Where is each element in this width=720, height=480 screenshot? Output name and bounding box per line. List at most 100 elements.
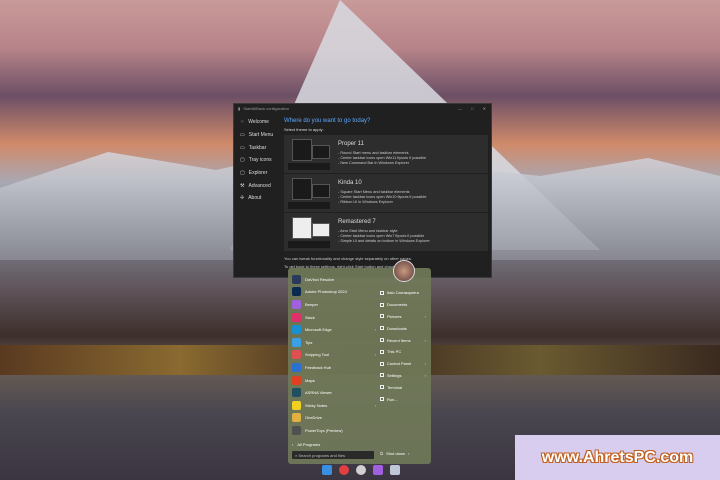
app-icon: [292, 388, 301, 398]
app-icon: [292, 287, 301, 297]
place-label: This PC: [387, 349, 402, 355]
app-label: PowerToys (Preview): [305, 427, 343, 433]
taskbar: [322, 465, 400, 475]
start-menu-icon: ▭: [240, 132, 245, 139]
theme-card[interactable]: Remastered 7- Aero Start Menu and taskba…: [284, 213, 488, 251]
title-bar[interactable]: ▮ StartAllBack configuration — □ ✕: [234, 104, 491, 113]
shutdown-button[interactable]: ⏻ Shut down ›: [380, 451, 409, 456]
start-menu-place[interactable]: Documents: [380, 299, 428, 311]
chevron-right-icon: ›: [292, 441, 294, 447]
start-menu-app[interactable]: Snipping Tool ›: [292, 349, 380, 362]
sidebar-item-welcome[interactable]: ⁘ Welcome: [234, 116, 282, 129]
app-icon: [292, 274, 301, 284]
chevron-right-icon: ›: [424, 372, 426, 378]
sidebar-item-explorer[interactable]: ▢ Explorer: [234, 167, 282, 180]
theme-feature: - Ribbon UI in Windows Explorer: [338, 200, 393, 204]
theme-preview: [288, 176, 332, 210]
start-menu-app[interactable]: Tips: [292, 336, 380, 349]
chevron-right-icon: ›: [374, 327, 376, 333]
theme-card[interactable]: Proper 11- Round Start menu and taskbar …: [284, 135, 488, 173]
close-button[interactable]: ✕: [483, 106, 486, 111]
start-menu-app[interactable]: Feedback Hub: [292, 361, 380, 374]
all-programs-button[interactable]: › All Programs: [292, 438, 320, 451]
start-menu-app[interactable]: Beeper: [292, 298, 380, 311]
app-icon: [292, 425, 301, 435]
chevron-right-icon: ›: [374, 402, 376, 408]
taskbar-icon: ▭: [240, 144, 245, 151]
place-icon: [380, 326, 384, 331]
footer-text: You can tweak functionality and change s…: [284, 256, 412, 261]
app-icon: [292, 312, 301, 322]
maximize-button[interactable]: □: [471, 106, 473, 111]
sidebar-item-tray-icons[interactable]: ▢ Tray icons: [234, 154, 282, 167]
start-menu-place[interactable]: Downloads: [380, 322, 428, 334]
start-menu-place[interactable]: Settings ›: [380, 370, 428, 382]
minimize-button[interactable]: —: [458, 106, 462, 111]
taskbar-app-icon[interactable]: [356, 465, 366, 475]
sidebar-item-label: Start Menu: [248, 132, 274, 139]
start-menu-app[interactable]: Adobe Photoshop 2024: [292, 286, 380, 299]
place-icon: [380, 290, 384, 295]
taskbar-app-icon[interactable]: [390, 465, 400, 475]
theme-title: Kinda 10: [338, 180, 362, 186]
app-label: OneDrive: [305, 415, 322, 421]
app-icon: [292, 350, 301, 360]
welcome-icon: ⁘: [240, 119, 245, 126]
app-label: Beeper: [305, 301, 318, 307]
theme-feature: - Simple UI and details on bottom in Win…: [338, 239, 430, 243]
place-icon: [380, 373, 384, 378]
user-avatar[interactable]: [393, 260, 415, 282]
start-menu-app[interactable]: Sticky Notes ›: [292, 399, 380, 412]
taskbar-app-icon[interactable]: [373, 465, 383, 475]
start-menu-app[interactable]: OneDrive: [292, 412, 380, 425]
app-label: ASRNA Viewer: [305, 390, 332, 396]
sidebar-item-taskbar[interactable]: ▭ Taskbar: [234, 141, 282, 154]
window-title: StartAllBack configuration: [243, 106, 290, 111]
start-menu-place[interactable]: Control Panel ›: [380, 358, 428, 370]
place-label: Downloads: [387, 325, 407, 331]
start-menu-app[interactable]: Microsoft Edge ›: [292, 323, 380, 336]
all-programs-label: All Programs: [297, 441, 321, 447]
start-menu-place[interactable]: Terminal: [380, 381, 428, 393]
taskbar-app-icon[interactable]: [339, 465, 349, 475]
theme-preview: [288, 137, 332, 171]
place-icon: [380, 314, 384, 319]
theme-card[interactable]: Kinda 10- Square Start Menu and taskbar …: [284, 174, 488, 212]
app-icon: [292, 400, 301, 410]
start-menu-app[interactable]: Maps: [292, 374, 380, 387]
theme-title: Proper 11: [338, 141, 364, 147]
place-icon: [380, 349, 384, 354]
chevron-right-icon: ›: [424, 313, 426, 319]
chevron-right-icon: ›: [408, 451, 410, 456]
app-label: DaVinci Resolve: [305, 276, 335, 282]
app-label: Snipping Tool: [305, 352, 329, 358]
start-menu-place[interactable]: Italo Carrasqueira: [380, 287, 428, 299]
search-input[interactable]: ⌕ Search programs and files: [292, 451, 374, 459]
start-menu-app[interactable]: ASRNA Viewer: [292, 386, 380, 399]
sidebar-item-advanced[interactable]: ⚒ Advanced: [234, 179, 282, 192]
place-icon: [380, 338, 384, 343]
start-menu-place[interactable]: Run...: [380, 393, 428, 405]
sidebar-item-about[interactable]: ✢ About: [234, 192, 282, 205]
sidebar-item-label: Welcome: [248, 119, 269, 126]
app-icon: [292, 362, 301, 372]
start-menu-place[interactable]: Pictures ›: [380, 311, 428, 323]
start-menu-app[interactable]: Slack: [292, 311, 380, 324]
explorer-icon: ▢: [240, 170, 245, 177]
config-window: ▮ StartAllBack configuration — □ ✕ ⁘ Welcome…: [233, 103, 492, 278]
start-menu-place[interactable]: Recent Items ›: [380, 334, 428, 346]
app-label: Feedback Hub: [305, 364, 332, 370]
place-label: Italo Carrasqueira: [387, 290, 419, 296]
app-label: Maps: [305, 377, 315, 383]
watermark: www.AhretsPC.com: [515, 435, 720, 480]
start-menu-app[interactable]: DaVinci Resolve: [292, 273, 380, 286]
chevron-right-icon: ›: [424, 361, 426, 367]
place-icon: [380, 385, 384, 390]
start-menu-app[interactable]: PowerToys (Preview): [292, 424, 380, 437]
start-menu-place[interactable]: This PC: [380, 346, 428, 358]
search-placeholder: Search programs and files: [298, 452, 346, 458]
sidebar-item-start-menu[interactable]: ▭ Start Menu: [234, 129, 282, 142]
start-button[interactable]: [322, 465, 332, 475]
place-label: Run...: [387, 396, 398, 402]
tray-icon: ▢: [240, 157, 245, 164]
